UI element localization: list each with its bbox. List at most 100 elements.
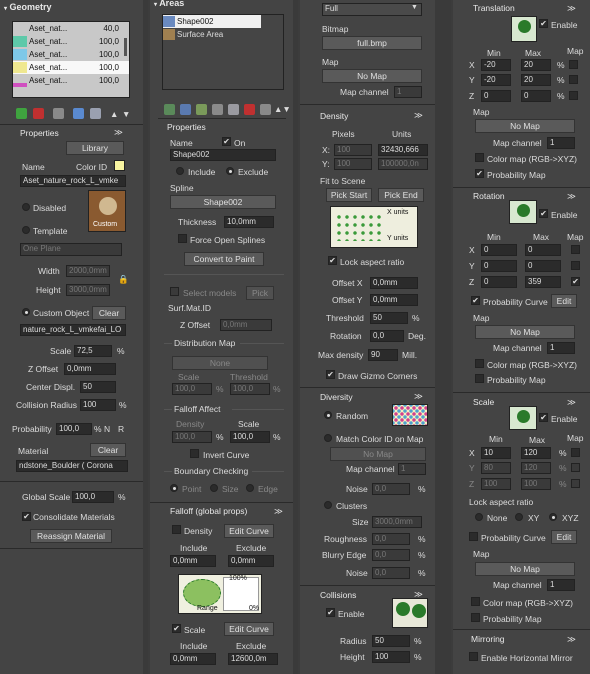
falloff-density-field[interactable]: 100,0	[172, 431, 212, 443]
area-on-checkbox[interactable]: ✔	[222, 137, 231, 146]
roughness-field[interactable]: 0,0	[372, 533, 410, 545]
coll-height-field[interactable]: 100	[372, 651, 410, 663]
sx-max-field[interactable]: 120	[521, 447, 551, 459]
color-id-swatch[interactable]	[114, 160, 125, 171]
r-button[interactable]: R	[118, 424, 124, 434]
add-icon[interactable]	[16, 108, 27, 119]
rotation-title[interactable]: Rotation	[473, 191, 505, 201]
mirror-checkbox[interactable]	[469, 652, 478, 661]
blurry-edge-field[interactable]: 0,0	[372, 549, 410, 561]
r-edit-button[interactable]: Edit	[551, 294, 577, 308]
r-probcurve-checkbox[interactable]: ✔	[471, 296, 480, 305]
list-item[interactable]: Aset_nat... 40,0	[13, 22, 129, 35]
density-title[interactable]: Density	[320, 111, 348, 121]
tz-map-checkbox[interactable]	[569, 91, 578, 100]
s-xyz-radio[interactable]	[549, 513, 557, 521]
diversity-map-button[interactable]: No Map	[330, 447, 426, 461]
falloff-exclude-field[interactable]: 0,0mm	[228, 555, 274, 567]
collapse-icon[interactable]: ≫	[414, 110, 423, 121]
ry-min-field[interactable]: 0	[481, 260, 517, 272]
select-models-checkbox[interactable]	[170, 287, 179, 296]
ty-max-field[interactable]: 20	[521, 74, 551, 86]
properties-title[interactable]: Properties	[20, 128, 59, 138]
move-up-icon[interactable]: ▲	[110, 109, 118, 119]
lock-aspect-checkbox[interactable]: ✔	[328, 256, 337, 265]
falloff-global-title[interactable]: Falloff (global props)	[170, 506, 247, 516]
diversity-title[interactable]: Diversity	[320, 392, 353, 402]
boundary-point-radio[interactable]	[170, 484, 178, 492]
area-item[interactable]: Surface Area	[163, 28, 283, 41]
radius-field[interactable]: 50	[372, 635, 410, 647]
center-field[interactable]: 50	[80, 381, 116, 393]
s-mapch-field[interactable]: 1	[547, 579, 575, 591]
max-density-field[interactable]: 90	[368, 349, 398, 361]
s-none-radio[interactable]	[475, 513, 483, 521]
reassign-material-button[interactable]: Reassign Material	[30, 529, 112, 543]
distmap-scale-field[interactable]: 100,0	[172, 383, 212, 395]
offset-y-field[interactable]: 0,0mm	[370, 294, 418, 306]
copy-area-icon[interactable]	[228, 104, 239, 115]
units-y-field[interactable]: 100000,0n	[378, 158, 428, 170]
match-colorid-radio[interactable]	[324, 434, 332, 442]
translation-title[interactable]: Translation	[473, 3, 515, 13]
edit-curve-button[interactable]: Edit Curve	[224, 524, 274, 538]
t-colormap-checkbox[interactable]	[475, 153, 484, 162]
height-field[interactable]: 3000,0mm	[66, 284, 110, 296]
rz-map-checkbox[interactable]: ✔	[571, 277, 580, 286]
s-probmap-checkbox[interactable]	[471, 613, 480, 622]
threshold-field[interactable]: 50	[370, 312, 408, 324]
area-name-field[interactable]: Shape002	[170, 149, 276, 161]
tz-max-field[interactable]: 0	[521, 90, 551, 102]
sy-min-field[interactable]: 80	[481, 462, 511, 474]
collapse-icon[interactable]: ≫	[414, 391, 423, 402]
ty-map-checkbox[interactable]	[569, 75, 578, 84]
rz-max-field[interactable]: 359	[525, 276, 561, 288]
spline-button[interactable]: Shape002	[170, 195, 276, 209]
distmap-none-button[interactable]: None	[172, 356, 268, 370]
area-exclude-radio[interactable]	[226, 167, 234, 175]
r-mapch-field[interactable]: 1	[547, 342, 575, 354]
force-open-checkbox[interactable]	[178, 234, 187, 243]
collisions-enable-checkbox[interactable]: ✔	[326, 608, 335, 617]
add-surface-icon[interactable]	[180, 104, 191, 115]
list-item-selected[interactable]: Aset_nat... 100,0	[13, 61, 129, 74]
zoffset-field[interactable]: 0,0mm	[64, 363, 116, 375]
scale-title[interactable]: Scale	[473, 397, 494, 407]
distribution-scrollbar[interactable]	[435, 0, 451, 674]
clusters-radio[interactable]	[324, 501, 332, 509]
disabled-radio[interactable]	[22, 203, 30, 211]
random-radio[interactable]	[324, 411, 332, 419]
rx-min-field[interactable]: 0	[481, 244, 517, 256]
falloff-exclude-field-2[interactable]: 12600,0m	[228, 653, 278, 665]
collapse-icon[interactable]: ≫	[567, 397, 576, 408]
pixels-y-field[interactable]: 100	[334, 158, 372, 170]
s-colormap-checkbox[interactable]	[471, 597, 480, 606]
ry-map-checkbox[interactable]	[571, 261, 580, 270]
r-colormap-checkbox[interactable]	[475, 359, 484, 368]
t-mapch-field[interactable]: 1	[547, 137, 575, 149]
template-radio[interactable]	[22, 226, 30, 234]
s-nomap-button[interactable]: No Map	[475, 562, 575, 576]
collapse-icon[interactable]: ≫	[567, 3, 576, 14]
collisions-title[interactable]: Collisions	[320, 590, 356, 600]
tz-min-field[interactable]: 0	[481, 90, 511, 102]
cluster-size-field[interactable]: 3000,0mm	[372, 516, 422, 528]
areas-title[interactable]: ▾ Areas	[150, 0, 293, 10]
sz-max-field[interactable]: 100	[521, 478, 551, 490]
tx-min-field[interactable]: -20	[481, 59, 511, 71]
falloff-include-field-2[interactable]: 0,0mm	[170, 653, 216, 665]
material-field[interactable]: ndstone_Boulder ( Corona	[16, 460, 128, 472]
pick-button[interactable]: Pick	[246, 286, 274, 300]
n-button[interactable]: N	[104, 424, 110, 434]
lock-icon[interactable]: 🔒	[118, 274, 129, 285]
convert-to-paint-button[interactable]: Convert to Paint	[184, 252, 264, 266]
area-properties-title[interactable]: Properties	[167, 122, 206, 132]
tx-map-checkbox[interactable]	[569, 60, 578, 69]
delete-icon[interactable]	[33, 108, 44, 119]
areas-list[interactable]: Shape002 Surface Area	[162, 14, 284, 90]
material-clear-button[interactable]: Clear	[90, 443, 126, 457]
collapse-icon[interactable]: ≫	[114, 127, 123, 138]
custom-object-radio[interactable]	[22, 308, 30, 316]
rx-max-field[interactable]: 0	[525, 244, 561, 256]
pick-end-button[interactable]: Pick End	[378, 188, 424, 202]
